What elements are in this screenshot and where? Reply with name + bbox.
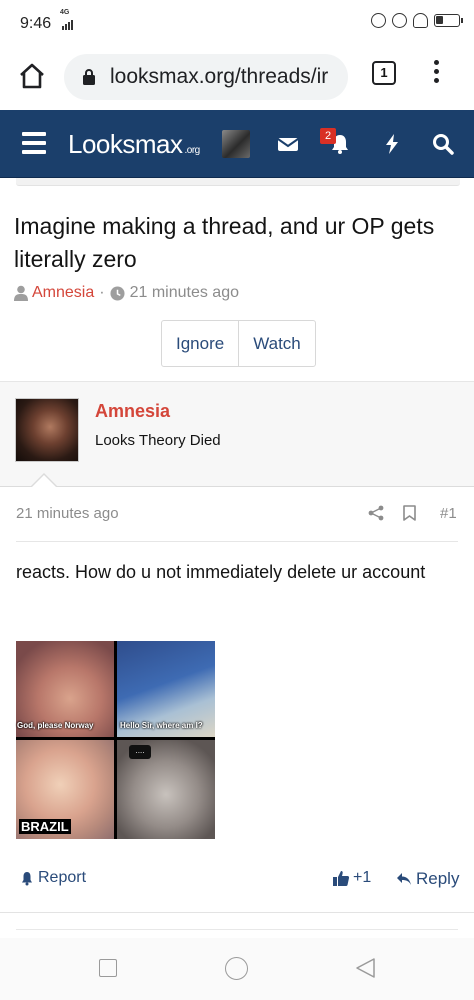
notification-badge: 2	[320, 128, 336, 144]
user-icon	[14, 285, 28, 301]
url-text[interactable]: looksmax.org/threads/ir	[110, 65, 342, 89]
logo-text: Looksmax	[68, 129, 183, 159]
like-button[interactable]: +1	[332, 869, 371, 887]
post-divider	[16, 541, 458, 542]
mail-icon[interactable]	[276, 132, 300, 156]
post-bottom-divider	[0, 912, 474, 913]
post-image[interactable]: God, please Norway Hello Sir, where am I…	[16, 641, 215, 839]
alarm-icon	[392, 13, 407, 28]
bookmark-icon[interactable]	[403, 505, 416, 521]
back-button[interactable]	[354, 957, 376, 979]
post-number[interactable]: #1	[440, 505, 457, 522]
status-bar: 9:46 4G	[0, 0, 474, 48]
report-label: Report	[38, 869, 87, 886]
thumb-up-icon	[333, 871, 350, 886]
reply-label: Reply	[416, 869, 460, 888]
menu-dots-icon[interactable]	[432, 60, 440, 90]
home-button[interactable]	[225, 957, 248, 980]
status-icons	[371, 13, 463, 28]
reply-button[interactable]: Reply	[396, 869, 459, 889]
lock-rotation-icon	[371, 13, 386, 28]
thread-author[interactable]: Amnesia	[32, 284, 94, 302]
like-count: +1	[353, 869, 372, 886]
search-icon[interactable]	[431, 132, 455, 156]
home-icon[interactable]	[18, 62, 46, 90]
network-type: 4G	[60, 9, 70, 16]
report-button[interactable]: Report	[20, 869, 86, 887]
nav-shadow	[16, 178, 460, 186]
post-avatar[interactable]	[15, 398, 79, 462]
system-nav-bar	[0, 938, 474, 1000]
post-author-block: Amnesia Looks Theory Died	[0, 381, 474, 487]
clock-icon	[110, 285, 125, 301]
battery-icon	[434, 14, 463, 27]
tabs-button[interactable]: 1	[372, 61, 396, 85]
post-author-name[interactable]: Amnesia	[95, 401, 170, 422]
next-post-edge	[16, 929, 458, 930]
address-bar[interactable]: looksmax.org/threads/ir	[64, 54, 348, 100]
recents-button[interactable]	[99, 959, 117, 977]
thread-meta: Amnesia · 21 minutes ago	[14, 284, 239, 302]
meme-caption-2: Hello Sir, where am I?	[120, 721, 203, 730]
browser-toolbar: looksmax.org/threads/ir 1	[0, 48, 474, 110]
meme-speech-bubble: ....	[129, 745, 151, 759]
post-user-title: Looks Theory Died	[95, 432, 221, 449]
lock-icon	[83, 69, 95, 85]
thread-actions: Ignore Watch	[161, 320, 316, 367]
share-icon[interactable]	[368, 505, 384, 521]
thread-title: Imagine making a thread, and ur OP gets …	[14, 213, 435, 272]
post-time[interactable]: 21 minutes ago	[16, 505, 119, 522]
reply-icon	[397, 873, 411, 885]
hamburger-icon[interactable]	[22, 132, 46, 154]
site-header: Looksmax .org	[0, 110, 474, 178]
ignore-button[interactable]: Ignore	[162, 321, 238, 366]
logo-suffix: .org	[184, 145, 201, 156]
bell-small-icon	[22, 871, 32, 885]
headphones-icon	[413, 13, 428, 28]
meta-separator: ·	[99, 284, 105, 301]
bolt-icon[interactable]	[380, 132, 404, 156]
post-body: reacts. How do u not immediately delete …	[16, 562, 426, 582]
user-avatar[interactable]	[222, 130, 250, 158]
status-time: 9:46	[20, 15, 52, 32]
thread-time[interactable]: 21 minutes ago	[130, 284, 239, 302]
meme-caption-3: BRAZIL	[19, 819, 71, 834]
watch-button[interactable]: Watch	[238, 321, 315, 366]
signal-icon	[62, 20, 73, 30]
meme-caption-1: God, please Norway	[17, 721, 94, 730]
site-logo[interactable]: Looksmax .org	[68, 129, 200, 160]
